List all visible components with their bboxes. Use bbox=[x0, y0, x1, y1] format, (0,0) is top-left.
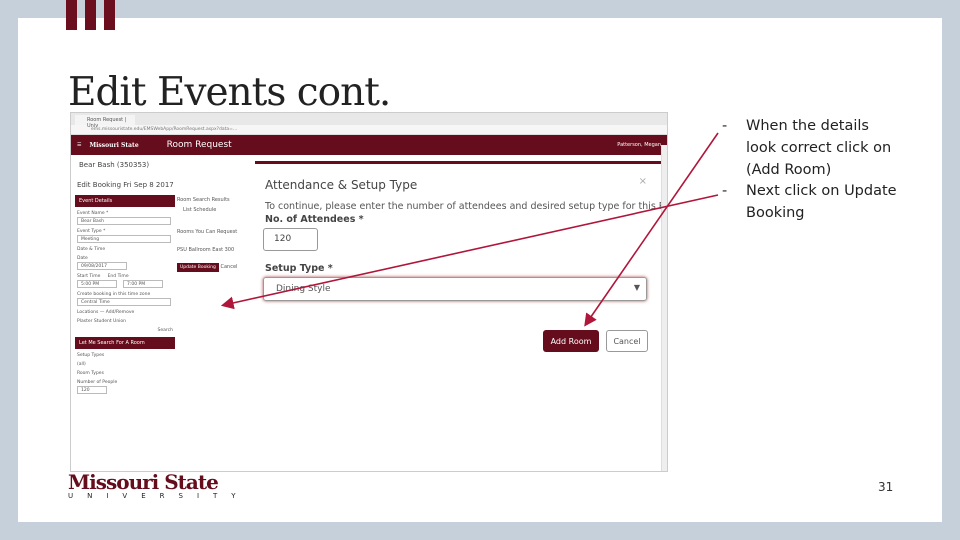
logo-wordmark: Missouri State bbox=[68, 470, 219, 494]
arrow-to-add-room bbox=[584, 132, 719, 327]
annotation-arrows bbox=[220, 132, 719, 327]
arrow-to-update-booking bbox=[220, 194, 719, 310]
logo-subtitle: UNIVERSITY bbox=[68, 492, 250, 500]
page-number: 31 bbox=[878, 480, 894, 494]
missouri-state-logo: Missouri State UNIVERSITY bbox=[68, 470, 250, 500]
